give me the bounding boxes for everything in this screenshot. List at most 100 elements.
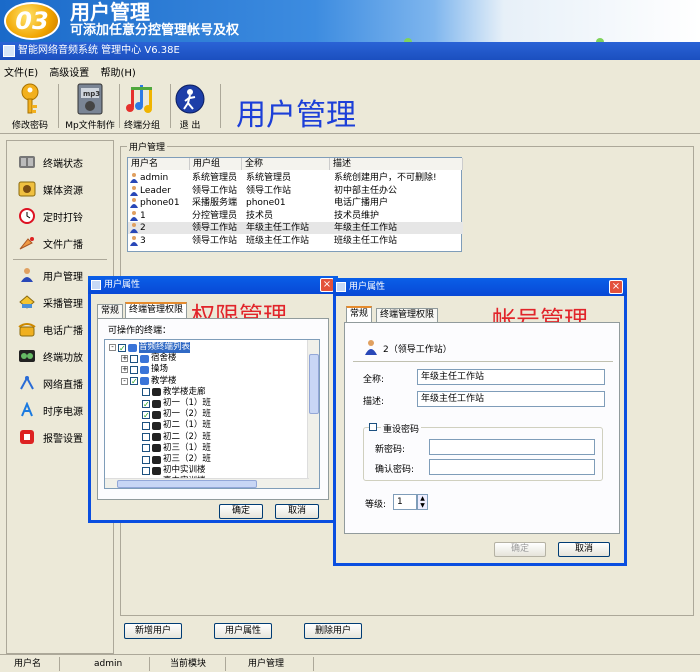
tree-checkbox[interactable]: ✓ [142, 399, 150, 408]
sidebar-item-label: 定时打铃 [43, 212, 83, 224]
column-header-fullname[interactable]: 全称 [242, 158, 330, 170]
expand-icon[interactable]: + [121, 366, 128, 374]
tab-general[interactable]: 常规 [97, 304, 124, 318]
close-icon[interactable]: × [320, 278, 334, 292]
delete-user-button[interactable]: 删除用户 [304, 623, 362, 639]
mp-file-button[interactable]: mp3 Mp文件制作 [60, 82, 120, 131]
tree-node[interactable]: - ✓ 教学楼 [121, 376, 177, 387]
tree-node[interactable]: 初中实训楼 [133, 465, 206, 476]
tree-node[interactable]: 初二（2）班 [133, 432, 211, 443]
sidebar-divider [13, 259, 107, 260]
terminal-status-icon [17, 153, 37, 171]
confirm-password-field[interactable] [429, 459, 595, 475]
table-cell: 领导工作站 [192, 235, 238, 246]
tree-node[interactable]: 初二（1）班 [133, 420, 211, 431]
level-stepper[interactable]: 1 [393, 494, 417, 510]
table-row[interactable]: admin 系统管理员 系统管理员 系统创建用户，不可删除! [128, 172, 463, 184]
tree-node[interactable]: ✓ 初一（2）班 [133, 409, 211, 420]
sidebar-item-phone-broadcast[interactable]: 电话广播 [17, 318, 83, 340]
sidebar-item-media-resource[interactable]: 媒体资源 [17, 178, 83, 200]
tree-node-label: 教学楼 [151, 375, 177, 386]
dialog-title: 用户属性 [104, 280, 141, 290]
tree-node[interactable]: - ✓ 音频终端列表 [109, 342, 191, 353]
scroll-thumb[interactable] [117, 480, 257, 488]
collapse-icon[interactable]: - [109, 344, 116, 351]
change-password-button[interactable]: 修改密码 [0, 82, 60, 131]
column-header-group[interactable]: 用户组 [190, 158, 242, 170]
collapse-icon[interactable]: - [121, 377, 128, 385]
cancel-button[interactable]: 取消 [275, 504, 319, 519]
table-row[interactable]: 3 领导工作站 班级主任工作站 班级主任工作站 [128, 235, 463, 247]
new-password-field[interactable] [429, 439, 595, 455]
tree-node[interactable]: 初三（1）班 [133, 443, 211, 454]
user-properties-button[interactable]: 用户属性 [214, 623, 272, 639]
table-cell: phone01 [140, 198, 180, 208]
user-list[interactable]: 用户名 用户组 全称 描述 admin 系统管理员 系统管理员 系统创建用户，不可删除… [127, 157, 463, 252]
table-row[interactable]: 2 领导工作站 年级主任工作站 年级主任工作站 [128, 222, 463, 234]
tree-node[interactable]: + 宿舍楼 [121, 353, 177, 364]
tree-node-label: 初三（2）班 [163, 454, 211, 464]
divider [353, 361, 613, 362]
fullname-label: 全称: [363, 375, 385, 385]
sidebar-item-user-manage[interactable]: 用户管理 [17, 264, 83, 286]
fullname-field[interactable]: 年级主任工作站 [417, 369, 605, 385]
sidebar-item-capture-broadcast[interactable]: 采播管理 [17, 291, 83, 313]
table-cell: 年级主任工作站 [246, 223, 310, 233]
exit-button[interactable]: 退 出 [160, 82, 220, 131]
cancel-button[interactable]: 取消 [558, 542, 610, 557]
vertical-scrollbar[interactable] [307, 340, 319, 488]
tree-node[interactable]: 教学楼走廊 [133, 387, 206, 398]
terminal-tree[interactable]: - ✓ 音频终端列表 + 宿舍楼 + 操场 - ✓ 教学楼 教学楼走廊 ✓ 初一（1）班 ✓ 初一（2）班初… [104, 339, 320, 489]
scroll-thumb[interactable] [309, 354, 319, 414]
sidebar-item-network-live[interactable]: 网络直播 [17, 372, 83, 394]
tree-checkbox[interactable] [130, 354, 138, 363]
tree-checkbox[interactable] [142, 444, 150, 453]
description-field[interactable]: 年级主任工作站 [417, 391, 605, 407]
sidebar-item-label: 用户管理 [43, 271, 83, 283]
status-module-value: 用户管理 [244, 657, 314, 671]
folder-icon [140, 354, 149, 363]
expand-icon[interactable]: + [121, 355, 128, 363]
sidebar-item-amplifier[interactable]: 终端功放 [17, 345, 83, 367]
table-row[interactable]: Leader 领导工作站 领导工作站 初中部主任办公 [128, 185, 463, 197]
speaker-icon [152, 433, 161, 442]
tree-checkbox[interactable] [130, 365, 138, 374]
tree-checkbox[interactable] [142, 433, 150, 442]
tree-node[interactable]: ✓ 初一（1）班 [133, 398, 211, 409]
level-spin-buttons[interactable]: ▲ ▼ [417, 494, 428, 510]
tree-checkbox[interactable]: ✓ [142, 410, 150, 419]
confirm-password-label: 确认密码: [375, 465, 415, 475]
tab-terminal-permissions[interactable]: 终端管理权限 [125, 302, 188, 318]
alarm-setting-icon [17, 428, 37, 446]
ok-button[interactable]: 确定 [494, 542, 546, 557]
tree-checkbox[interactable]: ✓ [118, 343, 126, 352]
alarm-clock-icon [17, 207, 37, 225]
ok-button[interactable]: 确定 [219, 504, 263, 519]
sidebar-item-file-broadcast[interactable]: 文件广播 [17, 232, 83, 254]
tree-node[interactable]: 初三（2）班 [133, 454, 211, 465]
tree-node-label: 初一（2）班 [163, 409, 211, 420]
sidebar-item-alarm-setting[interactable]: 报警设置 [17, 426, 83, 448]
tree-checkbox[interactable] [142, 421, 150, 430]
tab-general[interactable]: 常规 [346, 306, 373, 322]
sidebar-item-terminal-status[interactable]: 终端状态 [17, 151, 83, 173]
horizontal-scrollbar[interactable] [105, 478, 309, 488]
column-header-username[interactable]: 用户名 [128, 158, 190, 170]
table-row[interactable]: 1 分控管理员 技术员 技术员维护 [128, 210, 463, 222]
tree-checkbox[interactable] [142, 466, 150, 475]
column-header-description[interactable]: 描述 [330, 158, 463, 170]
close-icon[interactable]: × [609, 280, 623, 294]
reset-password-checkbox[interactable] [369, 423, 377, 431]
tree-node-label: 音频终端列表 [139, 342, 191, 353]
add-user-button[interactable]: 新增用户 [124, 623, 182, 639]
tab-terminal-permissions[interactable]: 终端管理权限 [376, 308, 439, 322]
tree-checkbox[interactable] [142, 455, 150, 464]
speaker-icon [152, 399, 161, 408]
table-row[interactable]: phone01 采播服务端 phone01 电话广播用户 [128, 197, 463, 209]
tree-checkbox[interactable]: ✓ [130, 377, 138, 386]
sidebar-item-timed-bell[interactable]: 定时打铃 [17, 205, 83, 227]
tree-checkbox[interactable] [142, 388, 150, 397]
dialog-title: 用户属性 [349, 282, 386, 292]
sidebar-item-power-sequencer[interactable]: 时序电源 [17, 399, 83, 421]
tree-node[interactable]: + 操场 [121, 364, 168, 375]
